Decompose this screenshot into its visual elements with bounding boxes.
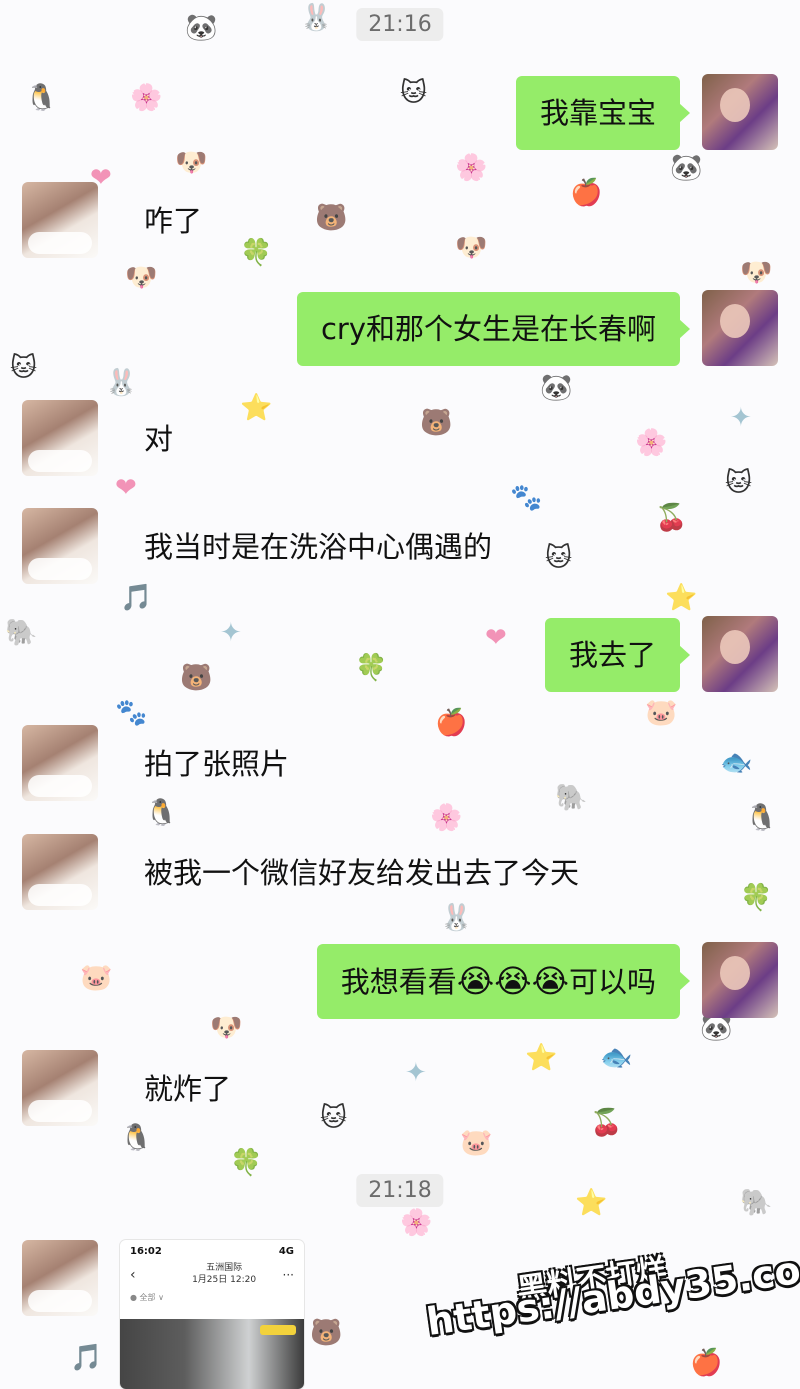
more-icon: ··· bbox=[282, 1267, 294, 1282]
message-bubble[interactable]: 我当时是在洗浴中心偶遇的 bbox=[120, 510, 516, 584]
message-row: 被我一个微信好友给发出去了今天 bbox=[0, 834, 800, 914]
screenshot-signal: 4G bbox=[278, 1246, 294, 1257]
message-row: 我去了 bbox=[0, 616, 800, 696]
back-arrow-icon: ‹ bbox=[130, 1266, 136, 1283]
image-message[interactable]: 16:02 4G ‹ 五洲国际 1月25日 12:20 ··· ● 全部 ∨ bbox=[120, 1240, 304, 1389]
message-bubble[interactable]: 对 bbox=[120, 402, 197, 476]
message-bubble[interactable]: 我想看看😭😭😭可以吗 bbox=[316, 944, 691, 1019]
message-bubble[interactable]: 我去了 bbox=[544, 618, 691, 692]
crying-emoji-icon: 😭😭😭 bbox=[456, 962, 569, 1000]
contact-avatar[interactable] bbox=[22, 1050, 98, 1126]
message-text: 我想看看 bbox=[340, 965, 457, 999]
contact-avatar[interactable] bbox=[22, 182, 98, 258]
message-bubble[interactable]: 拍了张照片 bbox=[120, 727, 313, 801]
message-row: 就炸了 bbox=[0, 1050, 800, 1130]
message-row: 我当时是在洗浴中心偶遇的 bbox=[0, 508, 800, 588]
timestamp: 21:18 bbox=[356, 1174, 444, 1207]
chat-area: 21:16 我靠宝宝 咋了 cry和那个女生是在长春啊 对 我当时是在洗浴中心偶… bbox=[0, 0, 800, 1389]
message-row: 我靠宝宝 bbox=[0, 74, 800, 154]
self-avatar[interactable] bbox=[702, 74, 778, 150]
message-row: 咋了 bbox=[0, 182, 800, 262]
screenshot-subtitle: 1月25日 12:20 bbox=[192, 1274, 257, 1285]
self-avatar[interactable] bbox=[702, 616, 778, 692]
message-bubble[interactable]: 我靠宝宝 bbox=[515, 76, 691, 150]
message-row: cry和那个女生是在长春啊 bbox=[0, 290, 800, 370]
message-row: 拍了张照片 bbox=[0, 725, 800, 805]
message-bubble[interactable]: 就炸了 bbox=[120, 1052, 255, 1126]
contact-avatar[interactable] bbox=[22, 1240, 98, 1316]
screenshot-tag: ● 全部 ∨ bbox=[130, 1293, 164, 1303]
contact-avatar[interactable] bbox=[22, 400, 98, 476]
self-avatar[interactable] bbox=[702, 290, 778, 366]
message-row: 对 bbox=[0, 400, 800, 480]
message-row: 我想看看😭😭😭可以吗 bbox=[0, 942, 800, 1022]
self-avatar[interactable] bbox=[702, 942, 778, 1018]
contact-avatar[interactable] bbox=[22, 834, 98, 910]
screenshot-nav-bar: ‹ 五洲国际 1月25日 12:20 ··· bbox=[120, 1257, 304, 1286]
contact-avatar[interactable] bbox=[22, 725, 98, 801]
screenshot-status-bar: 16:02 4G bbox=[120, 1240, 304, 1257]
timestamp: 21:16 bbox=[356, 8, 444, 41]
photo-thumbnail bbox=[120, 1319, 304, 1389]
message-bubble[interactable]: cry和那个女生是在长春啊 bbox=[296, 292, 691, 366]
screenshot-title: 五洲国际 bbox=[206, 1263, 243, 1273]
message-bubble[interactable]: 被我一个微信好友给发出去了今天 bbox=[120, 836, 603, 910]
message-text: 可以吗 bbox=[568, 965, 656, 999]
screenshot-time: 16:02 bbox=[130, 1246, 162, 1257]
contact-avatar[interactable] bbox=[22, 508, 98, 584]
message-bubble[interactable]: 咋了 bbox=[120, 184, 226, 258]
